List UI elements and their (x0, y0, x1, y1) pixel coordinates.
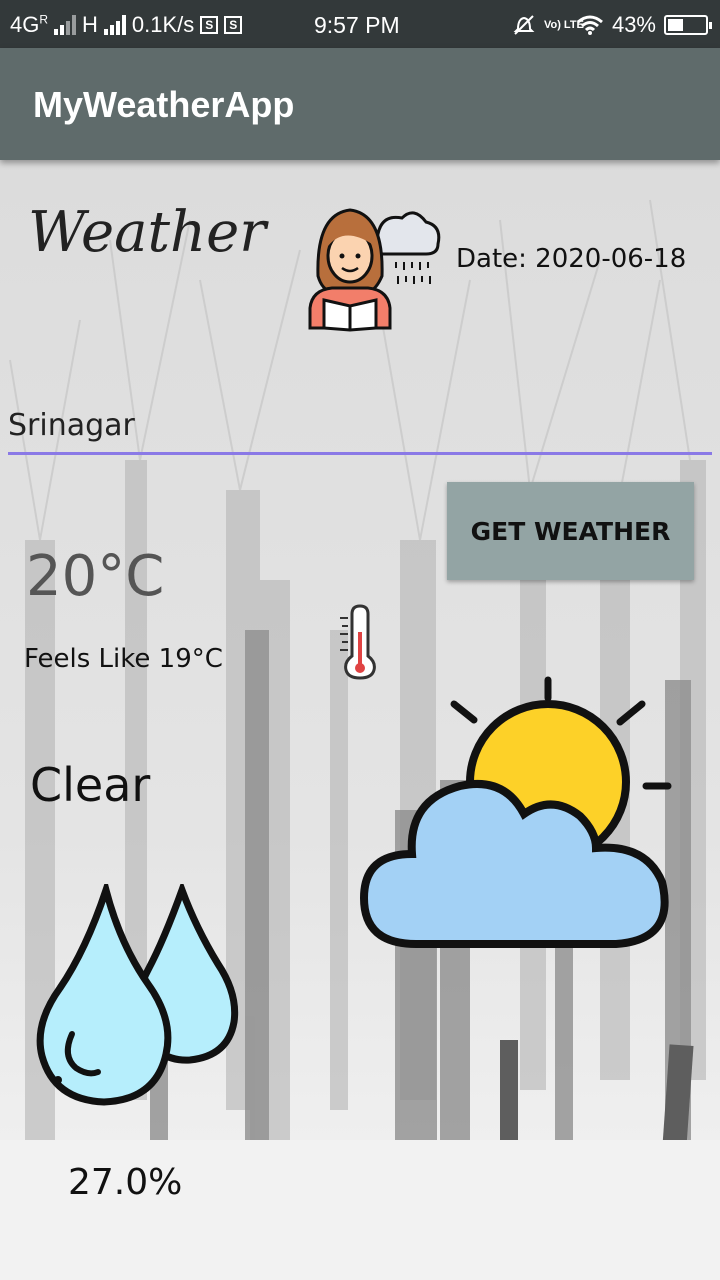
sun-cloud-icon (359, 676, 672, 948)
data-speed: 0.1K/s (131, 12, 195, 37)
water-drops-icon (36, 884, 239, 1106)
sim-icon-2: S (224, 16, 243, 34)
signal-icon-2 (103, 15, 126, 35)
get-weather-button[interactable]: GET WEATHER (447, 482, 694, 580)
app-title: MyWeatherApp (33, 84, 295, 125)
humidity-value: 27.0% (68, 1162, 183, 1203)
status-left: 4GR H 0.1K/s S S (10, 12, 243, 38)
signal-icon (54, 15, 77, 35)
condition-label: Clear (30, 758, 151, 812)
date-label: Date: 2020-06-18 (456, 244, 687, 274)
network-type: 4GR (10, 12, 49, 37)
status-time: 9:57 PM (314, 12, 400, 38)
network-type-2: H (82, 12, 98, 37)
feels-like-label: Feels Like 19°C (24, 644, 223, 674)
volte-icon: Vo) LTE (543, 18, 584, 31)
wifi-icon (576, 15, 603, 35)
girl-reading-rain-icon (308, 208, 441, 332)
battery-fill (668, 19, 684, 31)
battery-percent: 43% (611, 12, 656, 37)
alarm-off-icon (513, 15, 535, 35)
city-input[interactable] (8, 398, 712, 455)
weather-logo-text: Weather (28, 200, 266, 265)
temperature-value: 20°C (26, 544, 165, 609)
thermometer-icon (340, 604, 376, 680)
sim-icon: S (200, 16, 219, 34)
status-bar: 4GR H 0.1K/s S S 9:57 PM Vo) LTE 43% (0, 0, 720, 48)
status-right: Vo) LTE 43% (512, 12, 712, 38)
battery-icon (664, 15, 712, 35)
app-bar: MyWeatherApp (0, 48, 720, 160)
